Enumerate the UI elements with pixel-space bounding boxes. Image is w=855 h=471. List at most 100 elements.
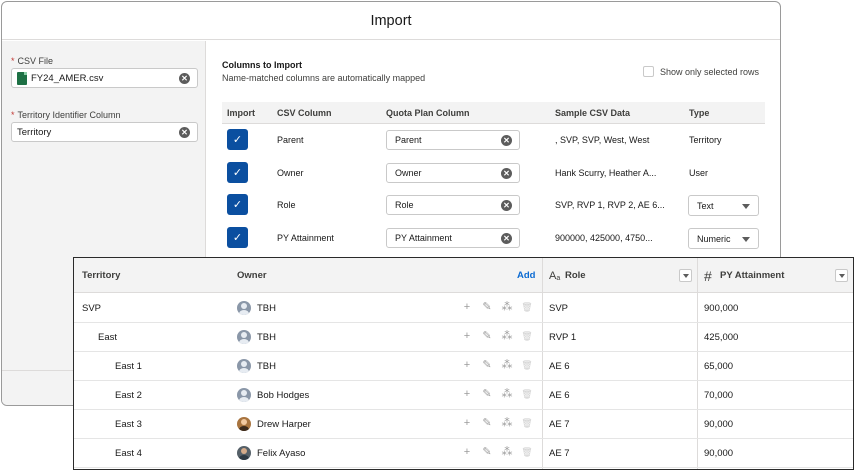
table-row[interactable]: East 3 Drew Harper + ✎ ⁂ 🗑 AE 7 90,000 (74, 410, 853, 439)
role-cell[interactable]: AE 6 (549, 361, 570, 372)
table-row[interactable]: East TBH + ✎ ⁂ 🗑 RVP 1 425,000 (74, 323, 853, 352)
clear-territory-identifier-icon[interactable]: ✕ (179, 127, 190, 138)
mapping-row-owner: ✓ Owner Owner ✕ Hank Scurry, Heather A...… (222, 158, 765, 190)
row-actions: + ✎ ⁂ 🗑 (461, 330, 533, 343)
magic-wand-icon[interactable]: ⁂ (501, 301, 513, 314)
quota-plan-column-input[interactable]: PY Attainment ✕ (386, 228, 520, 248)
row-actions: + ✎ ⁂ 🗑 (461, 301, 533, 314)
role-column-menu-icon[interactable] (679, 269, 692, 282)
chevron-down-icon (742, 204, 750, 209)
territory-identifier-field[interactable]: Territory ✕ (11, 122, 198, 142)
table-row[interactable]: East 2 Bob Hodges + ✎ ⁂ 🗑 AE 6 70,000 (74, 381, 853, 410)
magic-wand-icon[interactable]: ⁂ (501, 446, 513, 459)
role-cell[interactable]: AE 7 (549, 419, 570, 430)
show-selected-checkbox[interactable] (643, 66, 654, 77)
plus-icon[interactable]: + (461, 417, 473, 430)
territory-grid: Territory Owner Add Aa Role # PY Attainm… (73, 257, 854, 470)
col-header-owner: Owner (237, 270, 267, 281)
role-cell[interactable]: RVP 1 (549, 332, 576, 343)
csv-column-name: Role (277, 200, 296, 210)
import-checkbox[interactable]: ✓ (227, 194, 248, 215)
row-actions: + ✎ ⁂ 🗑 (461, 417, 533, 430)
clear-icon[interactable]: ✕ (501, 200, 512, 211)
type-value: Territory (689, 135, 722, 145)
mapping-row-parent: ✓ Parent Parent ✕ , SVP, SVP, West, West … (222, 125, 765, 157)
xls-file-icon (17, 71, 27, 85)
import-checkbox[interactable]: ✓ (227, 129, 248, 150)
py-attainment-cell[interactable]: 425,000 (704, 332, 738, 343)
plus-icon[interactable]: + (461, 446, 473, 459)
territory-identifier-label: * Territory Identifier Column (11, 110, 121, 120)
type-select[interactable]: Numeric (688, 228, 759, 249)
plus-icon[interactable]: + (461, 388, 473, 401)
magic-wand-icon[interactable]: ⁂ (501, 417, 513, 430)
mapping-table-header: Import CSV Column Quota Plan Column Samp… (222, 102, 765, 124)
table-row[interactable]: East 4 Felix Ayaso + ✎ ⁂ 🗑 AE 7 90,000 (74, 439, 853, 468)
clear-icon[interactable]: ✕ (501, 233, 512, 244)
col-header-csv-column: CSV Column (277, 108, 332, 118)
csv-column-name: PY Attainment (277, 233, 334, 243)
py-attainment-cell[interactable]: 70,000 (704, 390, 733, 401)
import-checkbox[interactable]: ✓ (227, 227, 248, 248)
avatar (237, 301, 251, 315)
trash-icon[interactable]: 🗑 (521, 301, 533, 314)
quota-plan-column-input[interactable]: Role ✕ (386, 195, 520, 215)
trash-icon[interactable]: 🗑 (521, 446, 533, 459)
magic-wand-icon[interactable]: ⁂ (501, 388, 513, 401)
row-actions: + ✎ ⁂ 🗑 (461, 388, 533, 401)
chevron-down-icon (742, 237, 750, 242)
territory-cell: East 1 (115, 361, 142, 372)
columns-title: Columns to Import (222, 60, 302, 70)
role-cell[interactable]: SVP (549, 303, 568, 314)
pencil-icon[interactable]: ✎ (481, 388, 493, 401)
show-selected-rows-toggle[interactable]: Show only selected rows (643, 66, 759, 77)
plus-icon[interactable]: + (461, 330, 473, 343)
role-cell[interactable]: AE 7 (549, 448, 570, 459)
sample-data: , SVP, SVP, West, West (555, 135, 650, 145)
col-header-py-attainment: PY Attainment (720, 270, 785, 281)
py-attainment-cell[interactable]: 90,000 (704, 448, 733, 459)
magic-wand-icon[interactable]: ⁂ (501, 359, 513, 372)
trash-icon[interactable]: 🗑 (521, 330, 533, 343)
col-header-sample: Sample CSV Data (555, 108, 631, 118)
trash-icon[interactable]: 🗑 (521, 359, 533, 372)
sample-data: 900000, 425000, 4750... (555, 233, 653, 243)
pencil-icon[interactable]: ✎ (481, 359, 493, 372)
trash-icon[interactable]: 🗑 (521, 388, 533, 401)
owner-cell: Drew Harper (257, 419, 311, 430)
type-select[interactable]: Text (688, 195, 759, 216)
csv-column-name: Parent (277, 135, 304, 145)
pencil-icon[interactable]: ✎ (481, 330, 493, 343)
add-owner-link[interactable]: Add (517, 270, 535, 281)
trash-icon[interactable]: 🗑 (521, 417, 533, 430)
role-cell[interactable]: AE 6 (549, 390, 570, 401)
py-attainment-column-menu-icon[interactable] (835, 269, 848, 282)
col-header-territory: Territory (82, 270, 121, 281)
quota-plan-column-input[interactable]: Parent ✕ (386, 130, 520, 150)
col-header-role: Role (565, 270, 586, 281)
plus-icon[interactable]: + (461, 301, 473, 314)
py-attainment-cell[interactable]: 65,000 (704, 361, 733, 372)
table-row[interactable]: East 1 TBH + ✎ ⁂ 🗑 AE 6 65,000 (74, 352, 853, 381)
table-row[interactable]: SVP TBH + ✎ ⁂ 🗑 SVP 900,000 (74, 294, 853, 323)
avatar (237, 359, 251, 373)
owner-cell: TBH (257, 361, 276, 372)
clear-icon[interactable]: ✕ (501, 135, 512, 146)
clear-csv-file-icon[interactable]: ✕ (179, 73, 190, 84)
magic-wand-icon[interactable]: ⁂ (501, 330, 513, 343)
owner-cell: TBH (257, 303, 276, 314)
pencil-icon[interactable]: ✎ (481, 446, 493, 459)
py-attainment-cell[interactable]: 900,000 (704, 303, 738, 314)
pencil-icon[interactable]: ✎ (481, 301, 493, 314)
quota-plan-column-input[interactable]: Owner ✕ (386, 163, 520, 183)
pencil-icon[interactable]: ✎ (481, 417, 493, 430)
mapping-row-py-attainment: ✓ PY Attainment PY Attainment ✕ 900000, 4… (222, 223, 765, 255)
clear-icon[interactable]: ✕ (501, 168, 512, 179)
owner-cell: Bob Hodges (257, 390, 310, 401)
col-header-quota-plan-column: Quota Plan Column (386, 108, 470, 118)
import-checkbox[interactable]: ✓ (227, 162, 248, 183)
csv-file-field[interactable]: FY24_AMER.csv ✕ (11, 68, 198, 88)
py-attainment-cell[interactable]: 90,000 (704, 419, 733, 430)
plus-icon[interactable]: + (461, 359, 473, 372)
row-actions: + ✎ ⁂ 🗑 (461, 359, 533, 372)
